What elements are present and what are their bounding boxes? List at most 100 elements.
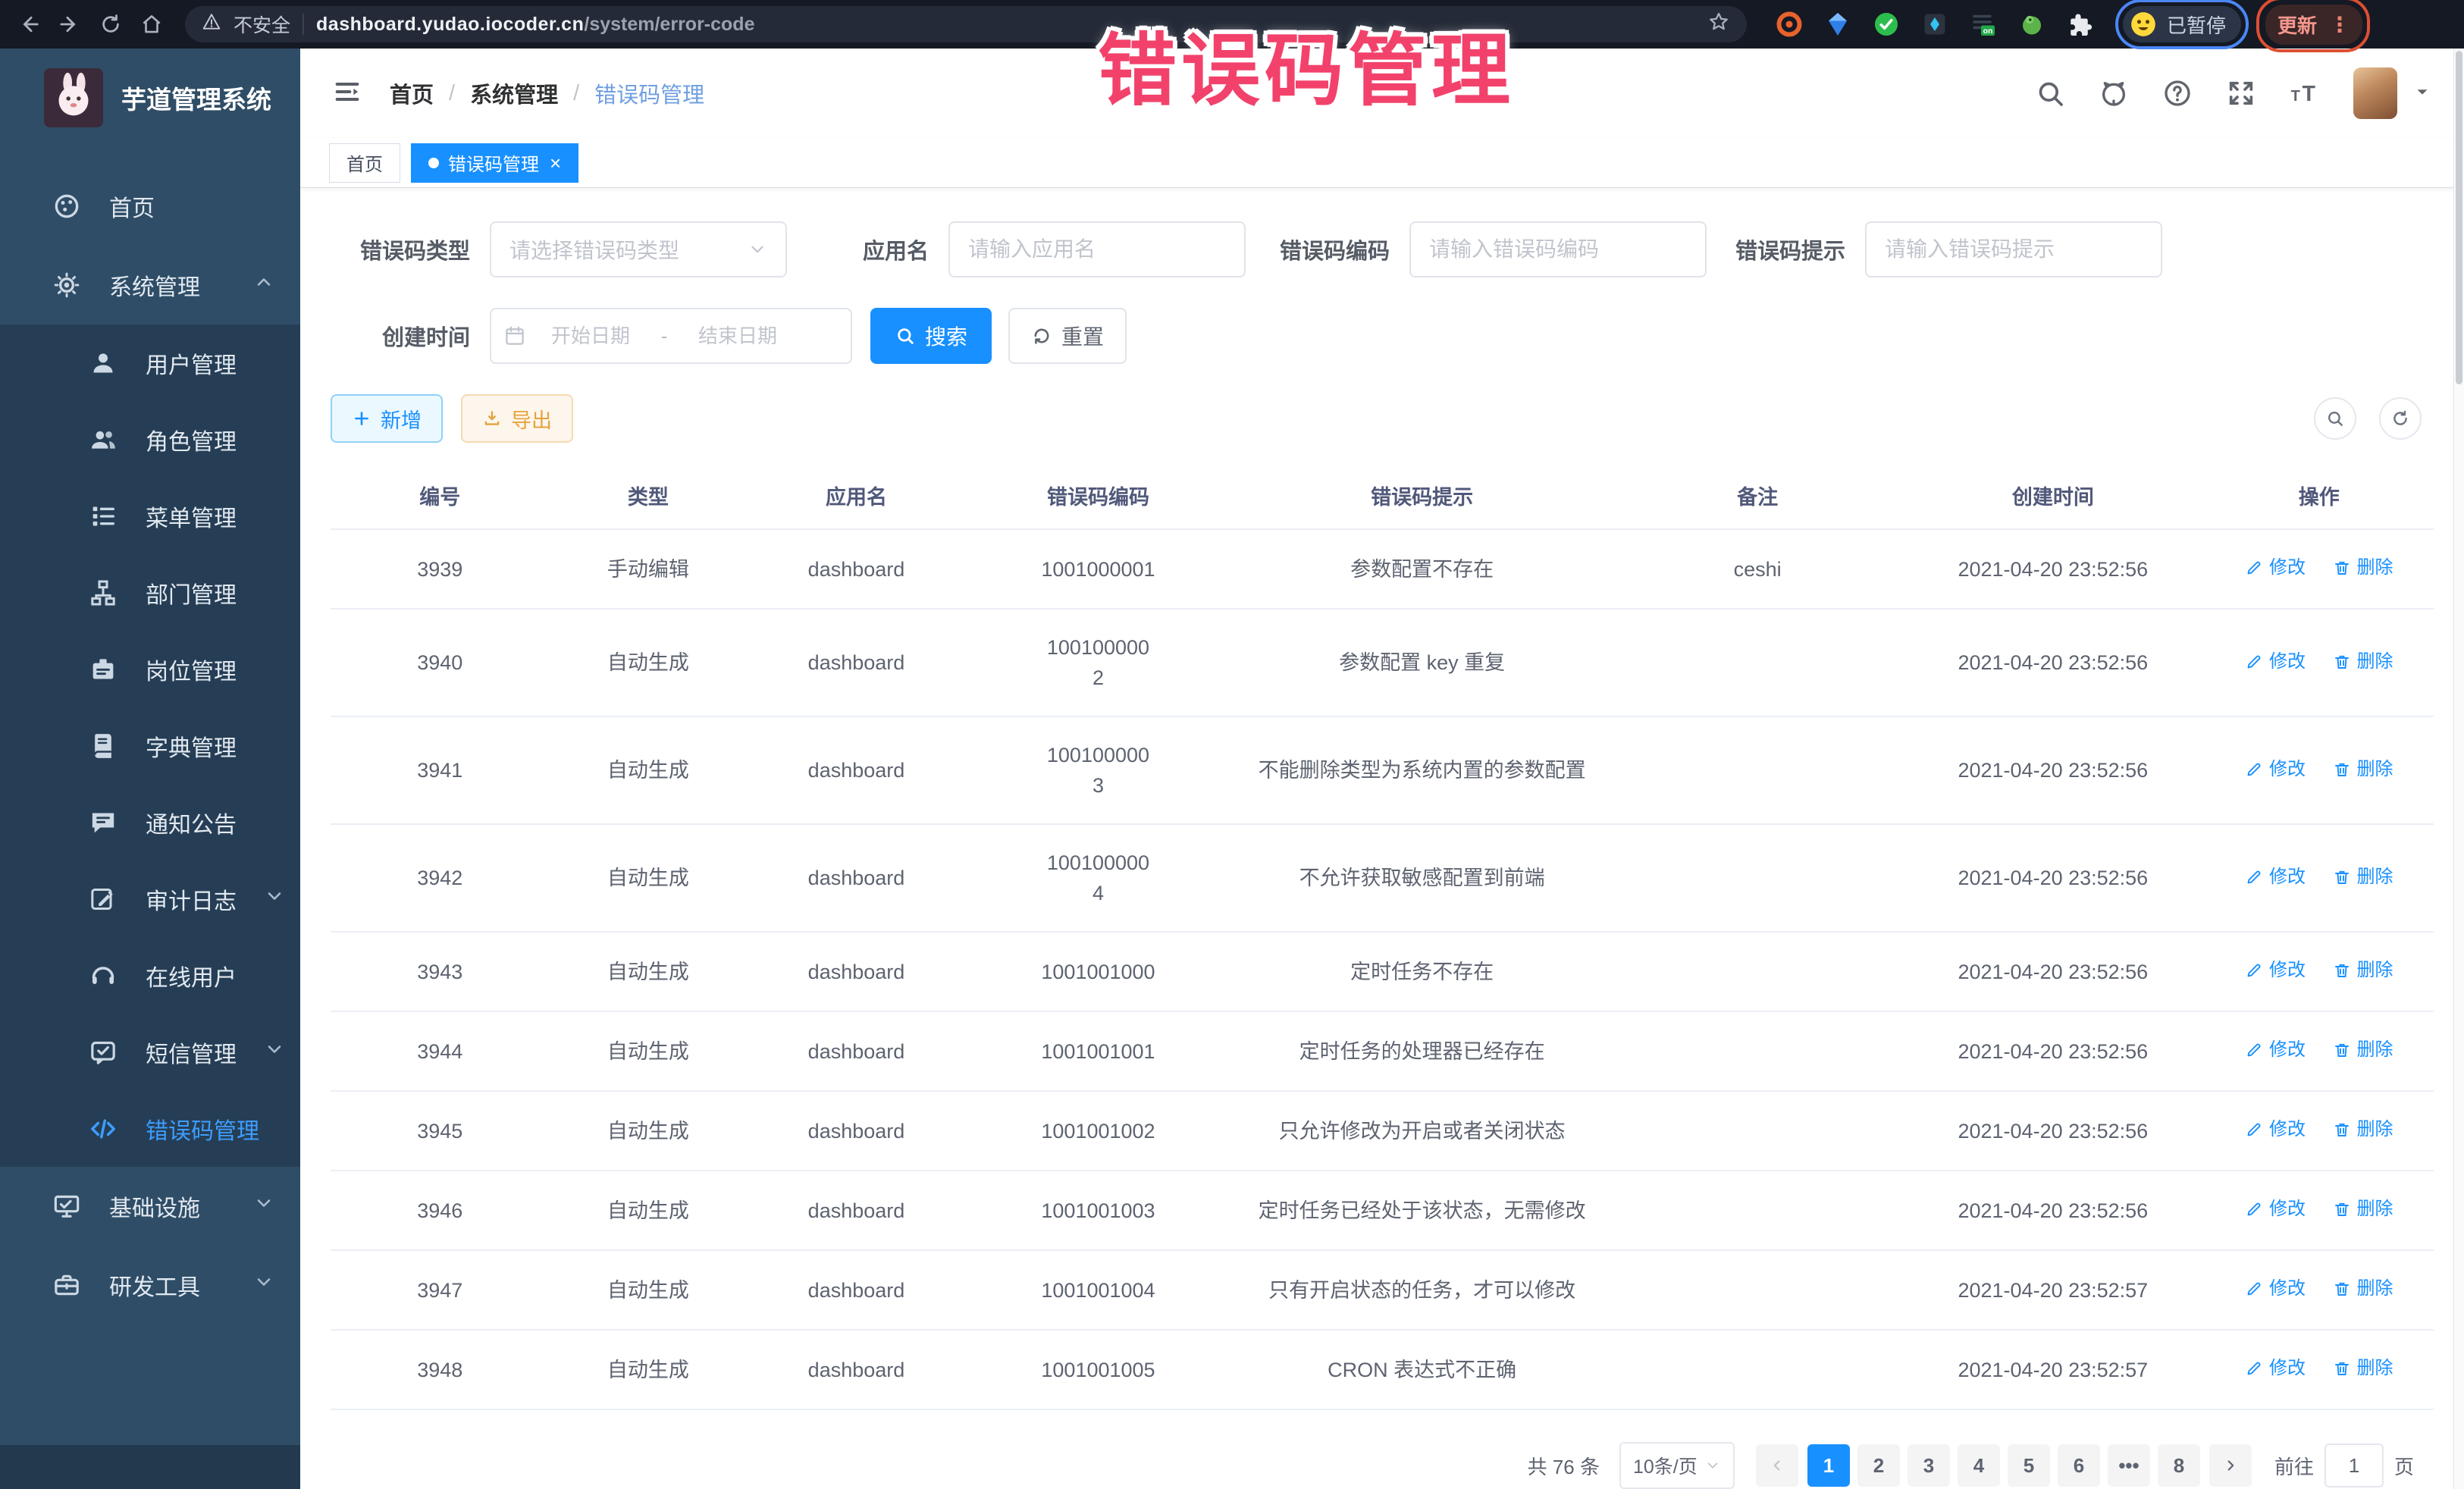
sidebar-item-sms-management[interactable]: 短信管理: [0, 1014, 300, 1090]
delete-link[interactable]: 删除: [2333, 1114, 2393, 1145]
reload-icon[interactable]: [92, 6, 129, 42]
sidebar-item-menu-management[interactable]: 菜单管理: [0, 478, 300, 554]
help-icon[interactable]: [2162, 78, 2193, 108]
check-extension-icon[interactable]: [1871, 9, 1901, 39]
grid-extension-icon[interactable]: [1920, 9, 1950, 39]
sidebar-item-home[interactable]: 首页: [0, 167, 300, 246]
edit-link[interactable]: 修改: [2245, 1035, 2306, 1065]
more-pages-button[interactable]: •••: [2108, 1444, 2150, 1487]
delete-link[interactable]: 删除: [2333, 1035, 2393, 1065]
page-button-3[interactable]: 3: [1908, 1444, 1950, 1487]
goto-page-input[interactable]: [2324, 1444, 2384, 1487]
table-row: 3940 自动生成 dashboard 1001000002 参数配置 key …: [331, 609, 2434, 716]
breadcrumb-system[interactable]: 系统管理: [470, 77, 558, 109]
delete-link[interactable]: 删除: [2333, 1194, 2393, 1224]
end-date-input[interactable]: [676, 324, 799, 348]
page-button-1[interactable]: 1: [1807, 1444, 1850, 1487]
sidebar-item-role-management[interactable]: 角色管理: [0, 401, 300, 478]
list-extension-icon[interactable]: on: [1968, 9, 1998, 39]
user-avatar[interactable]: [2353, 67, 2397, 119]
delete-link[interactable]: 删除: [2333, 955, 2393, 986]
delete-label: 删除: [2357, 1114, 2393, 1145]
delete-link[interactable]: 删除: [2333, 1274, 2393, 1304]
edit-link[interactable]: 修改: [2245, 955, 2306, 986]
app-logo-row[interactable]: 芋道管理系统: [0, 49, 300, 147]
browser-update-button[interactable]: 更新 ⋮: [2265, 5, 2362, 45]
export-button[interactable]: 导出: [461, 394, 573, 443]
gear-icon: [52, 270, 82, 300]
search-button[interactable]: 搜索: [870, 308, 992, 364]
gem-extension-icon[interactable]: [1823, 9, 1853, 39]
sidebar-item-error-code-management[interactable]: 错误码管理: [0, 1090, 300, 1167]
ubuntu-extension-icon[interactable]: [1774, 9, 1804, 39]
caret-down-icon[interactable]: [2414, 83, 2431, 104]
page-button-4[interactable]: 4: [1958, 1444, 2000, 1487]
sidebar-item-audit-log[interactable]: 审计日志: [0, 860, 300, 937]
edit-link[interactable]: 修改: [2245, 553, 2306, 583]
page-url[interactable]: dashboard.yudao.iocoder.cn/system/error-…: [316, 14, 754, 36]
refresh-icon[interactable]: [2379, 397, 2422, 440]
bookmark-star-icon[interactable]: [1707, 11, 1730, 39]
error-type-select[interactable]: 请选择错误码类型: [490, 221, 787, 277]
edit-link[interactable]: 修改: [2245, 862, 2306, 892]
error-code-input[interactable]: [1409, 221, 1707, 277]
sidebar-item-dev-tools[interactable]: 研发工具: [0, 1246, 300, 1324]
menu-dots-icon[interactable]: ⋮: [2329, 12, 2350, 37]
hamburger-icon[interactable]: [332, 77, 362, 111]
back-icon[interactable]: [11, 6, 47, 42]
scrollbar-thumb[interactable]: [2456, 51, 2462, 384]
browser-profile-chip[interactable]: 已暂停: [2123, 6, 2241, 42]
add-button[interactable]: 新增: [331, 394, 443, 443]
delete-link[interactable]: 删除: [2333, 862, 2393, 892]
edit-link[interactable]: 修改: [2245, 1353, 2306, 1384]
page-scrollbar[interactable]: [2453, 49, 2464, 1489]
page-button-8[interactable]: 8: [2158, 1444, 2200, 1487]
delete-link[interactable]: 删除: [2333, 754, 2393, 785]
next-page-button[interactable]: [2209, 1444, 2252, 1487]
delete-link[interactable]: 删除: [2333, 647, 2393, 677]
delete-link[interactable]: 删除: [2333, 1353, 2393, 1384]
toggle-search-icon[interactable]: [2314, 397, 2356, 440]
tab-错误码管理[interactable]: 错误码管理 ×: [411, 143, 578, 183]
sidebar-item-dict-management[interactable]: 字典管理: [0, 707, 300, 784]
sidebar-item-infrastructure[interactable]: 基础设施: [0, 1167, 300, 1246]
prev-page-button[interactable]: [1756, 1444, 1798, 1487]
home-icon[interactable]: [133, 6, 170, 42]
sidebar-item-post-management[interactable]: 岗位管理: [0, 631, 300, 707]
page-button-6[interactable]: 6: [2058, 1444, 2100, 1487]
sidebar-item-user-management[interactable]: 用户管理: [0, 324, 300, 401]
font-size-icon[interactable]: TT: [2290, 78, 2320, 108]
tab-首页[interactable]: 首页: [329, 143, 400, 183]
page-button-5[interactable]: 5: [2008, 1444, 2050, 1487]
address-bar[interactable]: 不安全 dashboard.yudao.iocoder.cn/system/er…: [185, 6, 1747, 42]
search-icon[interactable]: [2035, 78, 2065, 108]
security-label[interactable]: 不安全: [234, 11, 290, 38]
sidebar-item-notice-announcement[interactable]: 通知公告: [0, 784, 300, 860]
breadcrumb-home[interactable]: 首页: [390, 77, 434, 109]
github-icon[interactable]: [2099, 78, 2129, 108]
edit-link[interactable]: 修改: [2245, 1114, 2306, 1145]
reset-button[interactable]: 重置: [1008, 308, 1127, 364]
app-name-input[interactable]: [948, 221, 1246, 277]
close-icon[interactable]: ×: [550, 153, 561, 173]
fullscreen-icon[interactable]: [2226, 78, 2256, 108]
goto-label: 前往: [2274, 1452, 2314, 1480]
date-range-picker[interactable]: -: [490, 308, 852, 364]
edit-link[interactable]: 修改: [2245, 1194, 2306, 1224]
edit-link[interactable]: 修改: [2245, 647, 2306, 677]
delete-link[interactable]: 删除: [2333, 553, 2393, 583]
sidebar-item-online-users[interactable]: 在线用户: [0, 937, 300, 1014]
edit-link[interactable]: 修改: [2245, 1274, 2306, 1304]
sidebar-item-system-management[interactable]: 系统管理: [0, 246, 300, 324]
sidebar-item-dept-management[interactable]: 部门管理: [0, 554, 300, 631]
page-button-2[interactable]: 2: [1857, 1444, 1900, 1487]
forward-icon[interactable]: [52, 6, 88, 42]
edit-link[interactable]: 修改: [2245, 754, 2306, 785]
page-size-select[interactable]: 10条/页: [1619, 1442, 1735, 1489]
start-date-input[interactable]: [529, 324, 652, 348]
puzzle-extension-icon[interactable]: [2065, 9, 2096, 39]
error-hint-input[interactable]: [1865, 221, 2162, 277]
mascot-extension-icon[interactable]: [2017, 9, 2047, 39]
sidebar-collapse-bar[interactable]: [0, 1445, 300, 1489]
sidebar-item-label: 通知公告: [146, 806, 274, 839]
